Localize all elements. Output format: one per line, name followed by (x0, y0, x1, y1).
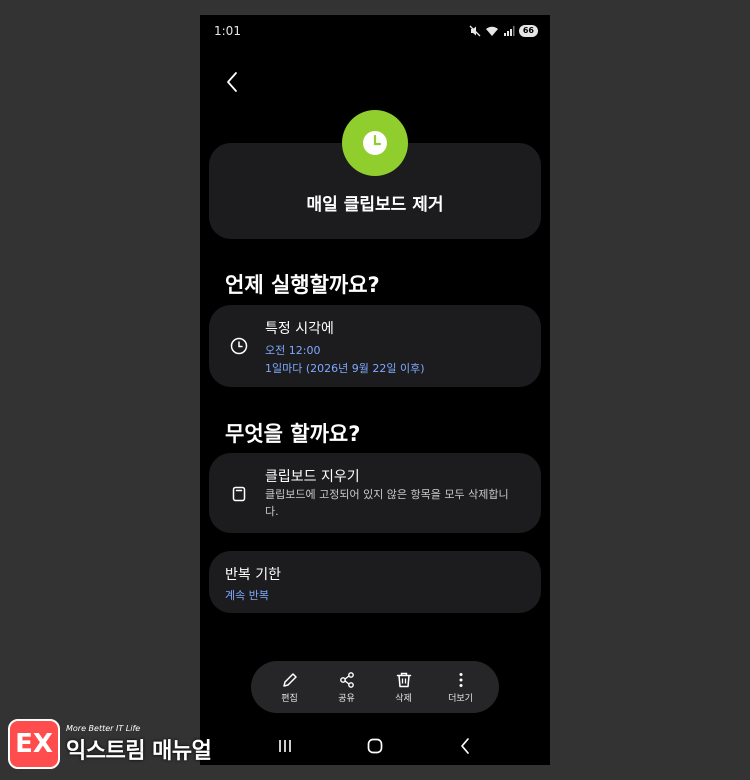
trigger-time: 오전 12:00 (265, 344, 321, 357)
edit-label: 편집 (281, 693, 298, 704)
action-card[interactable]: 클립보드 지우기 클립보드에 고정되어 있지 않은 항목을 모두 삭제합니다. (209, 453, 541, 533)
routine-title: 매일 클립보드 제거 (306, 195, 444, 215)
home-icon (367, 738, 383, 754)
watermark: EX More Better IT Life 익스트림 매뉴얼 (8, 717, 212, 771)
clipboard-icon (229, 484, 249, 504)
what-heading: 무엇을 할까요? (225, 422, 361, 446)
repeat-limit-title: 반복 기한 (225, 567, 281, 583)
repeat-limit-value: 계속 반복 (225, 589, 269, 602)
routine-icon (342, 110, 408, 176)
signal-icon (503, 26, 515, 36)
recents-icon (279, 740, 291, 752)
chevron-left-icon (227, 72, 237, 92)
trigger-repeat: 1일마다 (2026년 9월 22일 이후) (265, 362, 425, 375)
edit-button[interactable]: 편집 (265, 671, 315, 704)
recents-button[interactable] (270, 731, 300, 761)
trigger-title: 특정 시각에 (265, 321, 334, 337)
more-button[interactable]: 더보기 (436, 671, 486, 704)
status-bar: 1:01 66 (200, 15, 550, 47)
action-title: 클립보드 지우기 (265, 469, 360, 485)
system-nav-bar (200, 727, 550, 765)
share-label: 공유 (338, 693, 355, 704)
status-icons: 66 (469, 25, 538, 37)
trash-icon (396, 672, 411, 687)
wifi-icon (485, 26, 498, 36)
action-description: 클립보드에 고정되어 있지 않은 항목을 모두 삭제합니다. (265, 488, 509, 518)
battery-indicator: 66 (518, 25, 538, 37)
home-button[interactable] (360, 731, 390, 761)
system-back-button[interactable] (450, 731, 480, 761)
back-arrow-icon (461, 738, 469, 754)
clock-icon (363, 131, 387, 155)
more-vertical-icon (459, 672, 462, 687)
status-time: 1:01 (214, 24, 241, 38)
delete-button[interactable]: 삭제 (379, 671, 429, 704)
more-label: 더보기 (448, 693, 473, 704)
trigger-card[interactable]: 특정 시각에 오전 12:00 1일마다 (2026년 9월 22일 이후) (209, 305, 541, 387)
pencil-icon (282, 672, 297, 687)
back-button[interactable] (220, 69, 244, 95)
share-button[interactable]: 공유 (322, 671, 372, 704)
clock-outline-icon (229, 336, 249, 356)
delete-label: 삭제 (395, 693, 412, 704)
when-heading: 언제 실행할까요? (225, 273, 380, 297)
share-icon (339, 671, 354, 688)
watermark-tagline: More Better IT Life (66, 723, 141, 733)
mute-icon (469, 25, 481, 37)
watermark-text: More Better IT Life 익스트림 매뉴얼 (66, 723, 212, 765)
repeat-limit-card[interactable]: 반복 기한 계속 반복 (209, 551, 541, 613)
watermark-name: 익스트림 매뉴얼 (66, 738, 212, 764)
phone-screen: 1:01 66 매일 클립보드 제거 언제 실행할까요? 특정 시각에 오전 1… (200, 15, 550, 765)
bottom-toolbar: 편집 공유 삭제 더보기 (251, 661, 499, 713)
watermark-logo: EX (8, 719, 60, 769)
